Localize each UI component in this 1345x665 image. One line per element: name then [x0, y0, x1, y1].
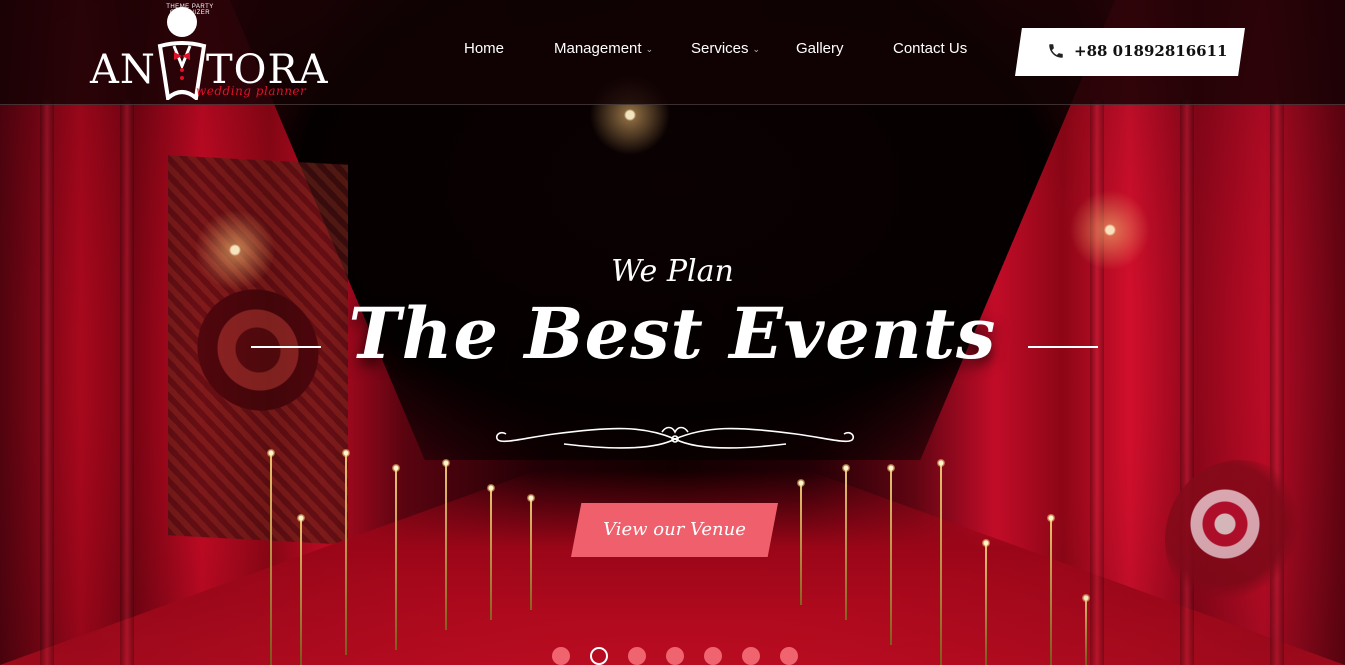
nav-item-label: Management — [554, 40, 642, 57]
chevron-down-icon: ⌄ — [752, 43, 761, 54]
brand-logo[interactable]: THEME PARTY ORGANIZER AN TORA wedding pl… — [88, 4, 338, 100]
phone-icon — [1049, 44, 1063, 58]
nav-item-label: Gallery — [796, 40, 844, 57]
nav-item-services[interactable]: Services ⌄ — [691, 40, 760, 57]
phone-number: +88 01892816611 — [1074, 42, 1228, 60]
nav-item-label: Home — [464, 40, 505, 57]
site-header: THEME PARTY ORGANIZER AN TORA wedding pl… — [0, 0, 1345, 105]
title-divider-right — [1028, 346, 1098, 348]
slider-dot[interactable] — [666, 647, 684, 665]
nav-item-gallery[interactable]: Gallery — [796, 40, 844, 57]
nav-item-label: Services — [691, 40, 749, 57]
slider-dot[interactable] — [704, 647, 722, 665]
view-venue-button-label: View our Venue — [603, 519, 746, 540]
view-venue-button[interactable]: View our Venue — [571, 503, 778, 557]
logo-tagline: wedding planner — [196, 84, 307, 98]
slider-dot[interactable] — [780, 647, 798, 665]
chevron-down-icon: ⌄ — [645, 43, 654, 54]
nav-item-management[interactable]: Management ⌄ — [554, 40, 653, 57]
slider-dot[interactable] — [742, 647, 760, 665]
logo-word-part1: AN — [90, 47, 156, 93]
slider-dot-active[interactable] — [590, 647, 608, 665]
nav-item-contact-us[interactable]: Contact Us — [893, 40, 967, 57]
decorative-flourish-icon — [495, 426, 855, 449]
phone-call-button[interactable]: +88 01892816611 — [1015, 28, 1245, 76]
slider-dot[interactable] — [552, 647, 570, 665]
nav-item-label: Contact Us — [893, 40, 968, 57]
nav-item-home[interactable]: Home — [464, 40, 504, 57]
slider-dot[interactable] — [628, 647, 646, 665]
hero-subtitle: We Plan — [611, 254, 734, 289]
hero-title: The Best Events — [348, 292, 997, 375]
